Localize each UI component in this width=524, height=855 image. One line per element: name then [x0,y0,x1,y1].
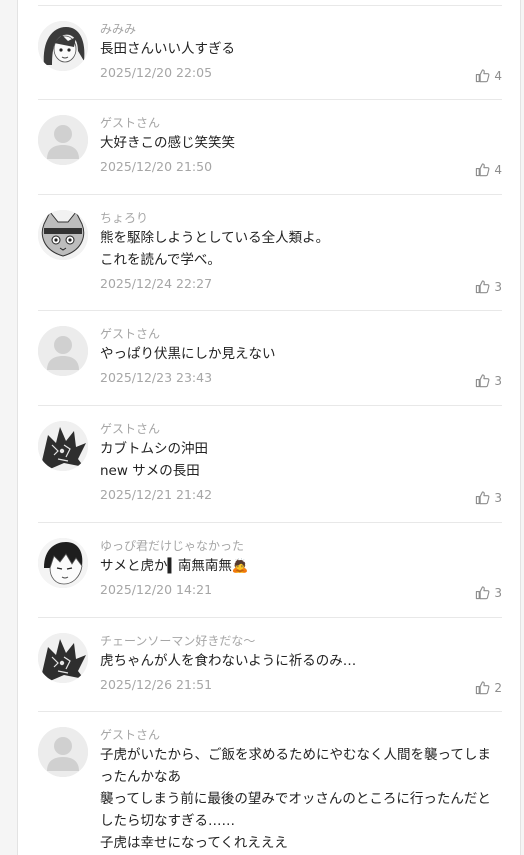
comment-item: ゆっぴ君だけじゃなかった サメと虎か▍南無南無🙇 2025/12/20 14:2… [38,523,502,618]
avatar[interactable] [38,538,88,588]
like-button[interactable]: 4 [475,162,502,177]
comment-item: チェーンソーマン好きだな〜 虎ちゃんが人を食わないように祈るのみ… 2025/1… [38,618,502,712]
comment-date: 2025/12/23 23:43 [100,370,213,385]
like-count: 4 [494,68,502,83]
like-count: 3 [494,373,502,388]
like-button[interactable]: 4 [475,68,502,83]
like-button[interactable]: 3 [475,585,502,600]
like-count: 3 [494,585,502,600]
guest-avatar-icon [38,115,88,165]
like-button[interactable]: 3 [475,490,502,505]
guest-avatar-icon [38,326,88,376]
comment-panel: みみみ 長田さんいい人すぎる 2025/12/20 22:05 4 ゲストさん … [17,0,521,855]
comment-text: やっぱり伏黒にしか見えない [100,346,276,362]
avatar[interactable] [38,421,88,471]
comment-author[interactable]: ゆっぴ君だけじゃなかった [100,537,492,555]
like-count: 4 [494,162,502,177]
thumbs-up-icon [476,374,490,388]
comment-text: 長田さんいい人すぎる [100,41,235,57]
comment-date: 2025/12/20 22:05 [100,65,213,80]
comment-item: ちょろり 熊を駆除しようとしている全人類よ。 これを読んで学べ。 2025/12… [38,195,502,311]
like-button[interactable]: 2 [475,680,502,695]
like-count: 3 [494,490,502,505]
avatar[interactable] [38,326,88,376]
like-count: 3 [494,279,502,294]
avatar[interactable] [38,115,88,165]
comment-author[interactable]: ゲストさん [100,420,492,438]
comment-date: 2025/12/20 14:21 [100,582,213,597]
like-button[interactable]: 3 [475,279,502,294]
comment-list: みみみ 長田さんいい人すぎる 2025/12/20 22:05 4 ゲストさん … [38,5,502,855]
thumbs-up-icon [476,163,490,177]
comment-date: 2025/12/26 21:51 [100,677,213,692]
comment-text: 虎ちゃんが人を食わないように祈るのみ… [100,653,357,669]
comment-date: 2025/12/20 21:50 [100,159,213,174]
thumbs-up-icon [476,280,490,294]
comment-item: ゲストさん カブトムシの沖田 new サメの長田 2025/12/21 21:4… [38,406,502,523]
comment-date: 2025/12/21 21:42 [100,487,213,502]
comment-text: 大好きこの感じ笑笑笑 [100,135,235,151]
thumbs-up-icon [476,69,490,83]
thumbs-up-icon [476,491,490,505]
guest-avatar-icon [38,727,88,777]
comment-item: ゲストさん やっぱり伏黒にしか見えない 2025/12/23 23:43 3 [38,311,502,406]
avatar[interactable] [38,210,88,260]
comment-text: サメと虎か▍南無南無🙇 [100,558,249,574]
thumbs-up-icon [476,681,490,695]
comment-author[interactable]: ゲストさん [100,325,492,343]
thumbs-up-icon [476,586,490,600]
like-button[interactable]: 3 [475,373,502,388]
avatar[interactable] [38,727,88,777]
chainsaw-avatar-icon [38,633,88,683]
comment-author[interactable]: ちょろり [100,209,492,227]
avatar[interactable] [38,633,88,683]
avatar[interactable] [38,21,88,71]
chainsaw-avatar-icon [38,421,88,471]
comment-item: ゲストさん 子虎がいたから、ご飯を求めるためにやむなく人間を襲ってしまったんかな… [38,712,502,855]
cat-avatar-icon [38,210,88,260]
comment-author[interactable]: ゲストさん [100,114,492,132]
like-count: 2 [494,680,502,695]
comment-date: 2025/12/24 22:27 [100,276,213,291]
comment-text: 子虎がいたから、ご飯を求めるためにやむなく人間を襲ってしまったんかなあ 襲ってし… [100,747,491,851]
comment-author[interactable]: みみみ [100,20,492,38]
comment-item: みみみ 長田さんいい人すぎる 2025/12/20 22:05 4 [38,6,502,100]
comment-item: ゲストさん 大好きこの感じ笑笑笑 2025/12/20 21:50 4 [38,100,502,195]
comment-author[interactable]: チェーンソーマン好きだな〜 [100,632,492,650]
comment-author[interactable]: ゲストさん [100,726,492,744]
manga-boy-avatar-icon [38,538,88,588]
comment-text: カブトムシの沖田 new サメの長田 [100,441,208,479]
manga-girl-avatar-icon [38,21,88,71]
comment-text: 熊を駆除しようとしている全人類よ。 これを読んで学べ。 [100,230,330,268]
